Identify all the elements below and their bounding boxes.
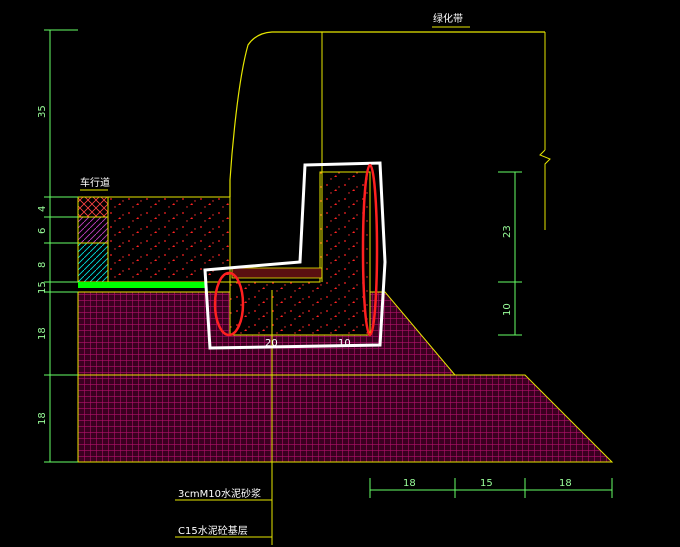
dim-left-6: 6 [37, 228, 48, 234]
label-roadway: 车行道 [80, 176, 110, 189]
label-base: C15水泥砼基层 [178, 524, 248, 537]
left-dimension-chain [44, 29, 78, 463]
dim-left-15: 15 [37, 281, 48, 294]
mortar-layer [231, 267, 323, 279]
sand-cushion [78, 282, 205, 288]
dim-bottom-18a: 18 [403, 478, 416, 489]
pavement-layer-top [77, 196, 109, 218]
dim-left-4: 4 [37, 206, 48, 212]
dim-left-18a: 18 [37, 327, 48, 340]
dim-bottom-15: 15 [480, 478, 493, 489]
curb-section-drawing: 35 4 6 8 15 18 18 23 10 18 15 18 20 10 绿… [37, 12, 614, 545]
foundation-base [77, 374, 614, 463]
curb-outline [229, 31, 545, 197]
pavement-layer-mid [77, 216, 109, 244]
dim-inner-10: 10 [338, 338, 351, 349]
label-mortar: 3cmM10水泥砂浆 [178, 487, 261, 500]
dim-left-35: 35 [37, 105, 48, 118]
dim-right-10: 10 [502, 303, 513, 316]
dim-left-18b: 18 [37, 412, 48, 425]
dim-bottom-18b: 18 [559, 478, 572, 489]
label-greenbelt: 绿化带 [433, 12, 463, 25]
pavement-layer-low [77, 242, 109, 283]
dim-right-23: 23 [502, 225, 513, 238]
dim-left-8: 8 [37, 262, 48, 268]
